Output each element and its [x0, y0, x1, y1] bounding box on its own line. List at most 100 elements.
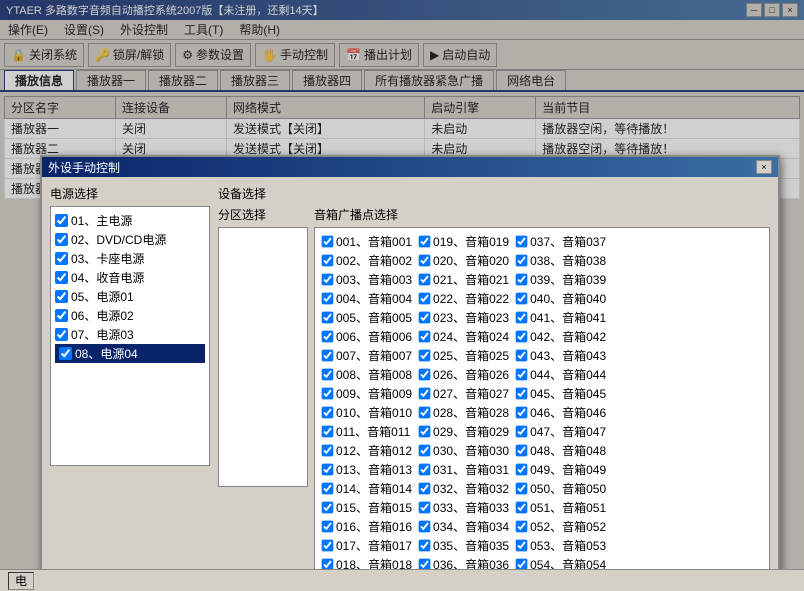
- speaker-checkbox[interactable]: [419, 274, 431, 286]
- speaker-item[interactable]: 004、音箱004: [319, 289, 414, 308]
- speaker-checkbox[interactable]: [419, 502, 431, 514]
- speaker-item[interactable]: 003、音箱003: [319, 270, 414, 289]
- speaker-item[interactable]: 030、音箱030: [416, 441, 511, 460]
- power-item-checkbox[interactable]: [55, 328, 68, 341]
- speaker-checkbox[interactable]: [516, 540, 528, 552]
- speaker-checkbox[interactable]: [516, 426, 528, 438]
- speaker-checkbox[interactable]: [322, 502, 334, 514]
- speaker-item[interactable]: 037、音箱037: [513, 232, 608, 251]
- speaker-item[interactable]: 050、音箱050: [513, 479, 608, 498]
- speaker-checkbox[interactable]: [322, 407, 334, 419]
- speaker-item[interactable]: 005、音箱005: [319, 308, 414, 327]
- speaker-checkbox[interactable]: [322, 445, 334, 457]
- speaker-item[interactable]: 046、音箱046: [513, 403, 608, 422]
- speaker-item[interactable]: 011、音箱011: [319, 422, 414, 441]
- power-item-checkbox[interactable]: [55, 214, 68, 227]
- speaker-checkbox[interactable]: [419, 426, 431, 438]
- speaker-item[interactable]: 021、音箱021: [416, 270, 511, 289]
- speaker-checkbox[interactable]: [322, 255, 334, 267]
- speaker-checkbox[interactable]: [322, 388, 334, 400]
- speaker-item[interactable]: 038、音箱038: [513, 251, 608, 270]
- speaker-item[interactable]: 007、音箱007: [319, 346, 414, 365]
- speaker-item[interactable]: 035、音箱035: [416, 536, 511, 555]
- speaker-checkbox[interactable]: [322, 274, 334, 286]
- speaker-item[interactable]: 052、音箱052: [513, 517, 608, 536]
- speaker-checkbox[interactable]: [419, 445, 431, 457]
- speaker-checkbox[interactable]: [419, 236, 431, 248]
- speaker-item[interactable]: 044、音箱044: [513, 365, 608, 384]
- speaker-item[interactable]: 025、音箱025: [416, 346, 511, 365]
- speaker-item[interactable]: 023、音箱023: [416, 308, 511, 327]
- speaker-item[interactable]: 029、音箱029: [416, 422, 511, 441]
- speaker-checkbox[interactable]: [419, 293, 431, 305]
- speaker-checkbox[interactable]: [516, 331, 528, 343]
- speaker-item[interactable]: 024、音箱024: [416, 327, 511, 346]
- speaker-checkbox[interactable]: [322, 236, 334, 248]
- speaker-item[interactable]: 039、音箱039: [513, 270, 608, 289]
- speaker-item[interactable]: 043、音箱043: [513, 346, 608, 365]
- speaker-item[interactable]: 006、音箱006: [319, 327, 414, 346]
- speaker-checkbox[interactable]: [516, 312, 528, 324]
- speaker-item[interactable]: 033、音箱033: [416, 498, 511, 517]
- power-item[interactable]: 01、主电源: [55, 211, 205, 230]
- speaker-item[interactable]: 028、音箱028: [416, 403, 511, 422]
- speaker-checkbox[interactable]: [322, 426, 334, 438]
- speaker-checkbox[interactable]: [419, 521, 431, 533]
- speaker-checkbox[interactable]: [419, 331, 431, 343]
- power-item[interactable]: 06、电源02: [55, 306, 205, 325]
- speaker-item[interactable]: 045、音箱045: [513, 384, 608, 403]
- speaker-checkbox[interactable]: [516, 255, 528, 267]
- speaker-checkbox[interactable]: [322, 350, 334, 362]
- power-item[interactable]: 05、电源01: [55, 287, 205, 306]
- power-item-checkbox[interactable]: [55, 271, 68, 284]
- speaker-item[interactable]: 049、音箱049: [513, 460, 608, 479]
- power-item[interactable]: 07、电源03: [55, 325, 205, 344]
- speaker-checkbox[interactable]: [419, 483, 431, 495]
- power-item-checkbox[interactable]: [55, 290, 68, 303]
- speaker-checkbox[interactable]: [516, 350, 528, 362]
- speaker-checkbox[interactable]: [419, 464, 431, 476]
- speaker-item[interactable]: 042、音箱042: [513, 327, 608, 346]
- speaker-checkbox[interactable]: [419, 407, 431, 419]
- speaker-item[interactable]: 041、音箱041: [513, 308, 608, 327]
- speaker-item[interactable]: 015、音箱015: [319, 498, 414, 517]
- speaker-item[interactable]: 031、音箱031: [416, 460, 511, 479]
- speaker-checkbox[interactable]: [516, 521, 528, 533]
- speaker-checkbox[interactable]: [516, 236, 528, 248]
- speaker-checkbox[interactable]: [322, 312, 334, 324]
- speaker-checkbox[interactable]: [516, 369, 528, 381]
- power-item[interactable]: 04、收音电源: [55, 268, 205, 287]
- speaker-checkbox[interactable]: [322, 464, 334, 476]
- speaker-item[interactable]: 040、音箱040: [513, 289, 608, 308]
- speaker-checkbox[interactable]: [322, 293, 334, 305]
- speaker-item[interactable]: 017、音箱017: [319, 536, 414, 555]
- speaker-checkbox[interactable]: [419, 369, 431, 381]
- power-item-checkbox[interactable]: [55, 252, 68, 265]
- speaker-checkbox[interactable]: [322, 331, 334, 343]
- speaker-checkbox[interactable]: [516, 483, 528, 495]
- speaker-checkbox[interactable]: [516, 274, 528, 286]
- speaker-checkbox[interactable]: [322, 483, 334, 495]
- speaker-item[interactable]: 034、音箱034: [416, 517, 511, 536]
- speaker-checkbox[interactable]: [419, 350, 431, 362]
- power-item-checkbox[interactable]: [55, 309, 68, 322]
- speaker-item[interactable]: 016、音箱016: [319, 517, 414, 536]
- speaker-item[interactable]: 002、音箱002: [319, 251, 414, 270]
- speaker-item[interactable]: 032、音箱032: [416, 479, 511, 498]
- power-item[interactable]: 08、电源04: [55, 344, 205, 363]
- speaker-item[interactable]: 051、音箱051: [513, 498, 608, 517]
- power-item[interactable]: 03、卡座电源: [55, 249, 205, 268]
- power-item-checkbox[interactable]: [59, 347, 72, 360]
- speaker-item[interactable]: 026、音箱026: [416, 365, 511, 384]
- speaker-item[interactable]: 019、音箱019: [416, 232, 511, 251]
- power-item-checkbox[interactable]: [55, 233, 68, 246]
- speaker-checkbox[interactable]: [322, 540, 334, 552]
- speaker-item[interactable]: 048、音箱048: [513, 441, 608, 460]
- speaker-checkbox[interactable]: [516, 464, 528, 476]
- speaker-item[interactable]: 001、音箱001: [319, 232, 414, 251]
- speaker-item[interactable]: 020、音箱020: [416, 251, 511, 270]
- power-item[interactable]: 02、DVD/CD电源: [55, 230, 205, 249]
- speaker-item[interactable]: 022、音箱022: [416, 289, 511, 308]
- speaker-checkbox[interactable]: [322, 369, 334, 381]
- speaker-item[interactable]: 012、音箱012: [319, 441, 414, 460]
